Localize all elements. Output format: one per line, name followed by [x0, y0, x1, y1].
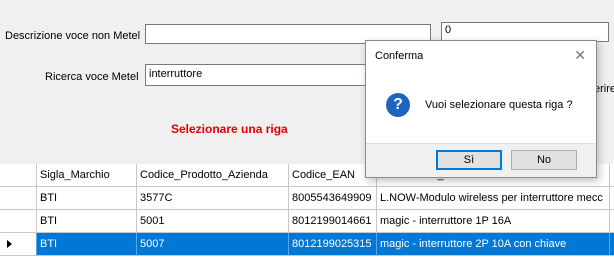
table-row[interactable]: BTI 5001 8012199014661 magic - interrutt… [0, 210, 614, 233]
partial-right-label: erire [594, 83, 614, 95]
row-header-corner [0, 164, 37, 187]
table-cell[interactable] [610, 233, 614, 256]
table-cell[interactable]: 5007 [137, 233, 289, 256]
question-icon: ? [386, 93, 410, 117]
current-row-arrow-icon [7, 240, 12, 248]
description-label: Descrizione voce non Metel [5, 30, 141, 42]
no-button[interactable]: No [511, 150, 577, 170]
column-header[interactable] [610, 164, 614, 187]
row-header[interactable] [0, 210, 37, 233]
table-cell[interactable]: BTI [37, 210, 137, 233]
search-label: Ricerca voce Metel [45, 71, 139, 83]
table-cell[interactable]: magic - interruttore 1P 16A [377, 210, 610, 233]
row-header[interactable] [0, 187, 37, 210]
table-cell[interactable] [610, 187, 614, 210]
table-cell[interactable] [610, 210, 614, 233]
table-cell[interactable]: 5001 [137, 210, 289, 233]
dialog-message: Vuoi selezionare questa riga ? [425, 99, 573, 111]
close-icon[interactable]: ✕ [574, 47, 586, 64]
table-row[interactable]: BTI 3577C 8005543649909 L.NOW-Modulo wir… [0, 187, 614, 210]
column-header[interactable]: Codice_EAN [289, 164, 377, 187]
results-grid[interactable]: Sigla_Marchio Codice_Prodotto_Azienda Co… [0, 164, 614, 261]
count-field[interactable]: 0 [441, 22, 609, 42]
table-cell[interactable]: BTI [37, 233, 137, 256]
dialog-title: Conferma [375, 50, 424, 62]
table-cell[interactable]: 8012199025315 [289, 233, 377, 256]
table-cell[interactable]: 3577C [137, 187, 289, 210]
table-cell[interactable]: BTI [37, 187, 137, 210]
selected-table-row[interactable]: BTI 5007 8012199025315 magic - interrutt… [0, 233, 614, 256]
yes-button[interactable]: Sì [436, 150, 502, 170]
table-cell[interactable]: 8005543649909 [289, 187, 377, 210]
dialog-footer: Sì No [366, 143, 596, 177]
row-header[interactable] [0, 233, 37, 256]
column-header[interactable]: Sigla_Marchio [37, 164, 137, 187]
table-cell[interactable]: magic - interruttore 2P 10A con chiave [377, 233, 610, 256]
confirm-dialog: Conferma ✕ ? Vuoi selezionare questa rig… [365, 40, 597, 178]
instruction-text: Selezionare una riga [171, 122, 288, 136]
column-header[interactable]: Codice_Prodotto_Azienda [137, 164, 289, 187]
table-cell[interactable]: 8012199014661 [289, 210, 377, 233]
table-cell[interactable]: L.NOW-Modulo wireless per interruttore m… [377, 187, 610, 210]
